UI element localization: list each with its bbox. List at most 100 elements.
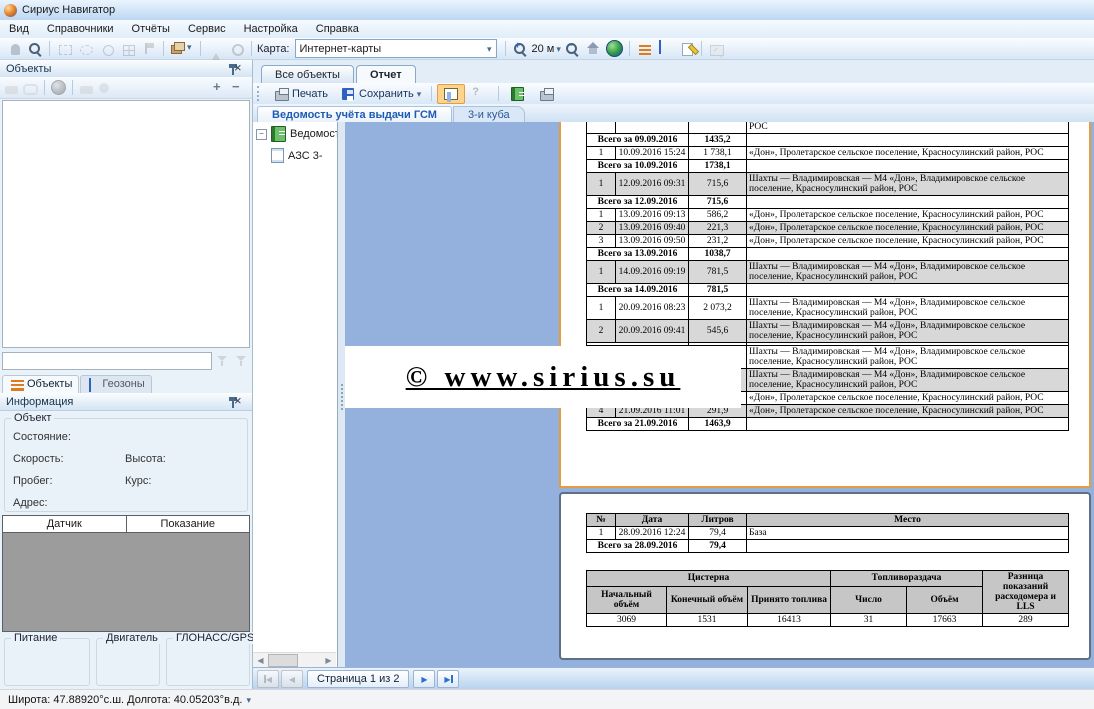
total-value: 79,4 (689, 540, 747, 553)
main-tab-1[interactable]: Все объекты (261, 65, 354, 83)
zoom-out-button[interactable]: − (563, 39, 582, 58)
objects-filter-input[interactable] (2, 352, 212, 370)
question-icon (472, 86, 488, 102)
toolbar-grip[interactable] (257, 86, 262, 101)
close-icon[interactable] (234, 394, 250, 410)
floppy-icon (342, 88, 354, 100)
separator (163, 41, 164, 56)
book-icon (511, 87, 524, 101)
total-value: 1038,7 (689, 248, 747, 261)
first-page-button[interactable] (257, 670, 279, 688)
sensor-col-value: Показание (127, 516, 250, 532)
report-entry-row: 313.09.2016 09:50231,2«Дон», Пролетарско… (587, 235, 1069, 248)
summary-value: 16413 (748, 614, 831, 627)
magnifier-icon (27, 41, 43, 57)
tab-geozones[interactable]: Геозоны (80, 375, 151, 393)
objects-panel-header: Объекты (0, 60, 252, 78)
next-page-button[interactable] (413, 670, 435, 688)
scale-dropdown[interactable]: 20 м (532, 39, 561, 58)
parameters-panel-toggle[interactable] (437, 84, 465, 104)
circle-select-icon (103, 45, 114, 56)
status-dropdown-icon[interactable] (246, 694, 251, 706)
summary-values-row: 30691531164133117663289 (587, 614, 1069, 627)
geozones-button[interactable] (656, 39, 675, 58)
objects-list[interactable] (2, 100, 250, 348)
cell-liters: 586,2 (689, 209, 747, 222)
objects-list-button[interactable] (635, 39, 654, 58)
lasso-select-icon (80, 45, 93, 55)
grid-select-button (118, 39, 137, 58)
menu-item-5[interactable]: Настройка (235, 21, 307, 37)
object-groupbox: Объект Состояние: Скорость: Высота: Проб… (4, 418, 248, 512)
separator (49, 41, 50, 56)
layers-button[interactable] (169, 39, 195, 58)
title-bar: Сириус Навигатор (0, 0, 1094, 21)
last-page-button[interactable] (437, 670, 459, 688)
tree-item-child[interactable]: АЗС 3- (253, 144, 337, 165)
pan-tool-button[interactable] (4, 39, 23, 58)
report-entry-row: 213.09.2016 09:40221,3«Дон», Пролетарско… (587, 222, 1069, 235)
cell-num: 1 (587, 297, 616, 320)
report-viewport: РОСВсего за 09.09.20161435,2110.09.2016 … (345, 122, 1094, 668)
cell-num: 2 (587, 222, 616, 235)
scroll-right-button[interactable] (321, 653, 336, 668)
tree-item-root[interactable]: Ведомость (253, 122, 337, 144)
map-source-select[interactable]: Интернет-карты (295, 39, 497, 58)
printer-icon (275, 91, 289, 101)
splitter[interactable] (338, 122, 345, 668)
report-tab-2[interactable]: 3-и куба (453, 106, 525, 122)
menu-item-1[interactable]: Вид (0, 21, 38, 37)
menu-item-6[interactable]: Справка (307, 21, 368, 37)
zoom-tool-button[interactable] (25, 39, 44, 58)
scroll-left-button[interactable] (253, 653, 268, 668)
menu-item-2[interactable]: Справочники (38, 21, 123, 37)
report-book-button[interactable] (504, 84, 531, 104)
close-icon[interactable] (234, 61, 250, 77)
messages-button (707, 39, 726, 58)
menu-item-3[interactable]: Отчёты (123, 21, 179, 37)
tab-objects[interactable]: Объекты (2, 375, 79, 393)
main-tab-2[interactable]: Отчет (356, 65, 416, 84)
separator (505, 41, 506, 56)
cell-num: 1 (587, 173, 616, 196)
layers-icon (169, 41, 185, 57)
internet-maps-button[interactable] (605, 39, 624, 58)
sensors-table: Датчик Показание (2, 515, 250, 632)
cell-place (747, 196, 1069, 209)
scale-value: 20 м (532, 43, 555, 55)
menu-item-4[interactable]: Сервис (179, 21, 235, 37)
column-header: Место (747, 514, 1069, 527)
collapse-all-button[interactable] (232, 80, 248, 96)
globe-icon (606, 40, 623, 57)
mileage-label: Пробег: (13, 475, 53, 487)
report-total-row: Всего за 14.09.2016781,5 (587, 284, 1069, 297)
cell-date: 28.09.2016 12:24 (616, 527, 689, 540)
geozone-icon (89, 378, 91, 392)
cell-liters: 231,2 (689, 235, 747, 248)
glonass-group-title: ГЛОНАСС/GPS (173, 632, 257, 644)
prev-page-button[interactable] (281, 670, 303, 688)
scroll-thumb[interactable] (268, 654, 298, 667)
save-button[interactable]: Сохранить (335, 84, 426, 104)
zoom-in-button[interactable]: + (511, 39, 530, 58)
report-total-row: Всего за 10.09.20161738,1 (587, 160, 1069, 173)
main-tabs: Все объектыОтчет (253, 60, 1094, 84)
print-button[interactable]: Печать (268, 84, 333, 104)
filter-icon (215, 353, 231, 369)
measure-button (206, 39, 225, 58)
separator (498, 86, 499, 101)
collapse-expander-icon[interactable] (256, 129, 267, 140)
report-total-row: Всего за 09.09.20161435,2 (587, 134, 1069, 147)
report-entry-row: 112.09.2016 09:31715,6Шахты — Владимиров… (587, 173, 1069, 196)
cell-date: 20.09.2016 09:41 (616, 320, 689, 343)
cell-place: «Дон», Пролетарское сельское поселение, … (747, 147, 1069, 160)
power-group-title: Питание (11, 632, 60, 644)
cell-place (747, 540, 1069, 553)
cell-date (616, 122, 689, 134)
print-preview-button[interactable] (533, 84, 559, 104)
notes-button[interactable] (677, 39, 696, 58)
expand-all-button[interactable] (213, 80, 229, 96)
report-tab-1[interactable]: Ведомость учёта выдачи ГСМ (257, 106, 452, 122)
home-button[interactable] (584, 39, 603, 58)
summary-value: 17663 (907, 614, 983, 627)
